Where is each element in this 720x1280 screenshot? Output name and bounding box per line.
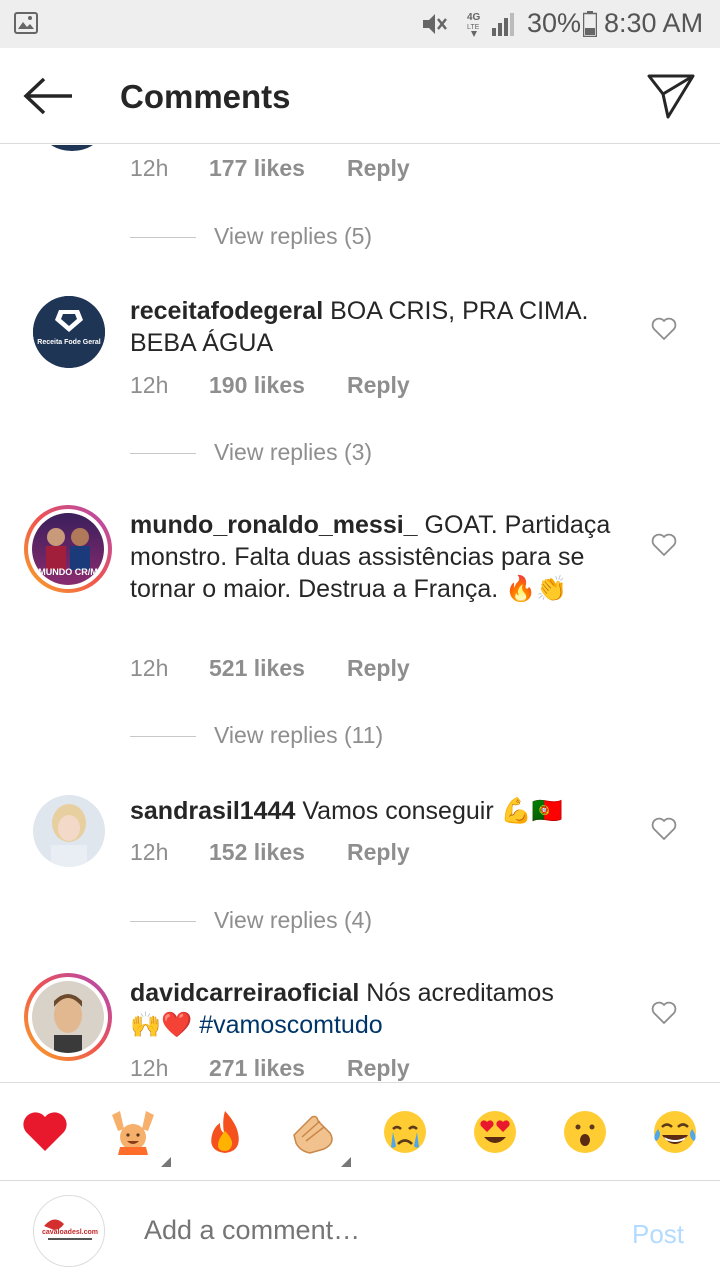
comment-username[interactable]: davidcarreiraoficial bbox=[130, 979, 359, 1007]
svg-text:MUNDO CR/M: MUNDO CR/M bbox=[38, 567, 98, 577]
comment-body: Nós acreditamos bbox=[359, 979, 554, 1007]
clock: 8:30 AM bbox=[604, 8, 704, 38]
comment-emoji: 🔥👏 bbox=[505, 575, 568, 603]
svg-text:Receita Fode Geral: Receita Fode Geral bbox=[37, 339, 100, 346]
fire-emoji-button[interactable] bbox=[200, 1107, 250, 1157]
comment-body: Vamos conseguir bbox=[295, 797, 501, 825]
like-heart-icon[interactable] bbox=[651, 533, 677, 557]
david-avatar-icon bbox=[32, 981, 104, 1053]
reply-button[interactable]: Reply bbox=[347, 372, 410, 399]
surprised-face-emoji-button[interactable] bbox=[560, 1107, 610, 1157]
view-replies-label: View replies (5) bbox=[214, 223, 373, 249]
avatar[interactable] bbox=[44, 145, 100, 151]
skin-tone-indicator bbox=[161, 1157, 171, 1167]
comment-username[interactable]: receitafodegeral bbox=[130, 297, 323, 325]
reply-button[interactable]: Reply bbox=[347, 1055, 410, 1082]
crying-face-emoji-button[interactable] bbox=[380, 1107, 430, 1157]
comment-username[interactable]: sandrasil1444 bbox=[130, 797, 295, 825]
post-button[interactable]: Post bbox=[632, 1219, 684, 1250]
clapping-hands-emoji-button[interactable] bbox=[290, 1107, 340, 1157]
like-heart-icon[interactable] bbox=[651, 1001, 677, 1025]
reply-button[interactable]: Reply bbox=[347, 839, 410, 866]
avatar[interactable]: Receita Fode Geral bbox=[33, 296, 105, 368]
svg-text:cavaloadesl.com: cavaloadesl.com bbox=[42, 1229, 98, 1236]
divider bbox=[130, 736, 196, 737]
reply-button[interactable]: Reply bbox=[347, 155, 410, 182]
comment-time: 12h bbox=[130, 839, 169, 865]
likes-count[interactable]: 177 likes bbox=[209, 155, 305, 182]
red-heart-emoji-button[interactable] bbox=[20, 1107, 70, 1157]
likes-count[interactable]: 521 likes bbox=[209, 655, 305, 682]
skin-tone-indicator bbox=[341, 1157, 351, 1167]
current-user-avatar: cavaloadesl.com bbox=[33, 1195, 105, 1267]
likes-count[interactable]: 152 likes bbox=[209, 839, 305, 866]
quick-reactions-bar bbox=[0, 1082, 720, 1180]
battery-icon bbox=[583, 11, 597, 37]
comments-list[interactable]: 12h 177 likes Reply View replies (5) Rec… bbox=[0, 145, 720, 1082]
status-bar: 4G LTE 30% 8:30 AM bbox=[0, 0, 720, 48]
divider bbox=[130, 453, 196, 454]
lte-icon: 4G LTE bbox=[467, 12, 481, 37]
tears-of-joy-emoji-button[interactable] bbox=[650, 1107, 700, 1157]
signal-icon bbox=[492, 13, 514, 36]
divider bbox=[130, 237, 196, 238]
sandra-avatar-icon bbox=[33, 795, 105, 867]
gallery-notification-icon bbox=[14, 12, 38, 34]
battery-percent: 30% bbox=[527, 8, 582, 38]
comment-text: sandrasil1444 Vamos conseguir 💪🇵🇹 bbox=[130, 795, 630, 827]
likes-count[interactable]: 271 likes bbox=[209, 1055, 305, 1082]
heart-eyes-emoji-button[interactable] bbox=[470, 1107, 520, 1157]
view-replies-label: View replies (3) bbox=[214, 439, 373, 465]
likes-count[interactable]: 190 likes bbox=[209, 372, 305, 399]
receita-logo-icon: Receita Fode Geral bbox=[33, 296, 105, 368]
back-arrow-icon[interactable] bbox=[22, 76, 74, 116]
hashtag-link[interactable]: #vamoscomtudo bbox=[192, 1011, 382, 1039]
comment-username[interactable]: mundo_ronaldo_messi_ bbox=[130, 511, 418, 539]
view-replies-label: View replies (11) bbox=[214, 722, 384, 748]
comments-header: Comments bbox=[0, 48, 720, 144]
comment-composer: cavaloadesl.com Post bbox=[0, 1180, 720, 1280]
comment-text: receitafodegeral BOA CRIS, PRA CIMA. BEB… bbox=[130, 295, 630, 359]
svg-text:4G: 4G bbox=[467, 12, 481, 23]
view-replies-label: View replies (4) bbox=[214, 907, 373, 933]
current-user-logo-icon: cavaloadesl.com bbox=[34, 1196, 104, 1266]
raising-hands-emoji-button[interactable] bbox=[108, 1107, 158, 1157]
reply-button[interactable]: Reply bbox=[347, 655, 410, 682]
avatar[interactable]: MUNDO CR/M bbox=[24, 505, 112, 593]
comment-time: 12h bbox=[130, 372, 169, 398]
comment-text: mundo_ronaldo_messi_ GOAT. Partidaça mon… bbox=[130, 509, 630, 605]
comment-emoji: 💪🇵🇹 bbox=[500, 797, 563, 825]
comment-text: davidcarreiraoficial Nós acreditamos 🙌❤️… bbox=[130, 977, 630, 1041]
like-heart-icon[interactable] bbox=[651, 817, 677, 841]
divider bbox=[130, 921, 196, 922]
svg-text:LTE: LTE bbox=[467, 24, 480, 31]
mute-icon bbox=[423, 14, 447, 34]
comment-time: 12h bbox=[130, 655, 169, 681]
mundo-cr-m-avatar-icon: MUNDO CR/M bbox=[32, 513, 104, 585]
avatar[interactable] bbox=[33, 795, 105, 867]
like-heart-icon[interactable] bbox=[651, 317, 677, 341]
comment-emoji: 🙌❤️ bbox=[130, 1011, 193, 1039]
comment-time: 12h bbox=[130, 1055, 169, 1081]
add-comment-input[interactable] bbox=[144, 1215, 584, 1246]
direct-send-icon[interactable] bbox=[646, 72, 696, 120]
avatar[interactable] bbox=[24, 973, 112, 1061]
page-title: Comments bbox=[120, 78, 291, 115]
comment-time: 12h bbox=[130, 155, 169, 181]
